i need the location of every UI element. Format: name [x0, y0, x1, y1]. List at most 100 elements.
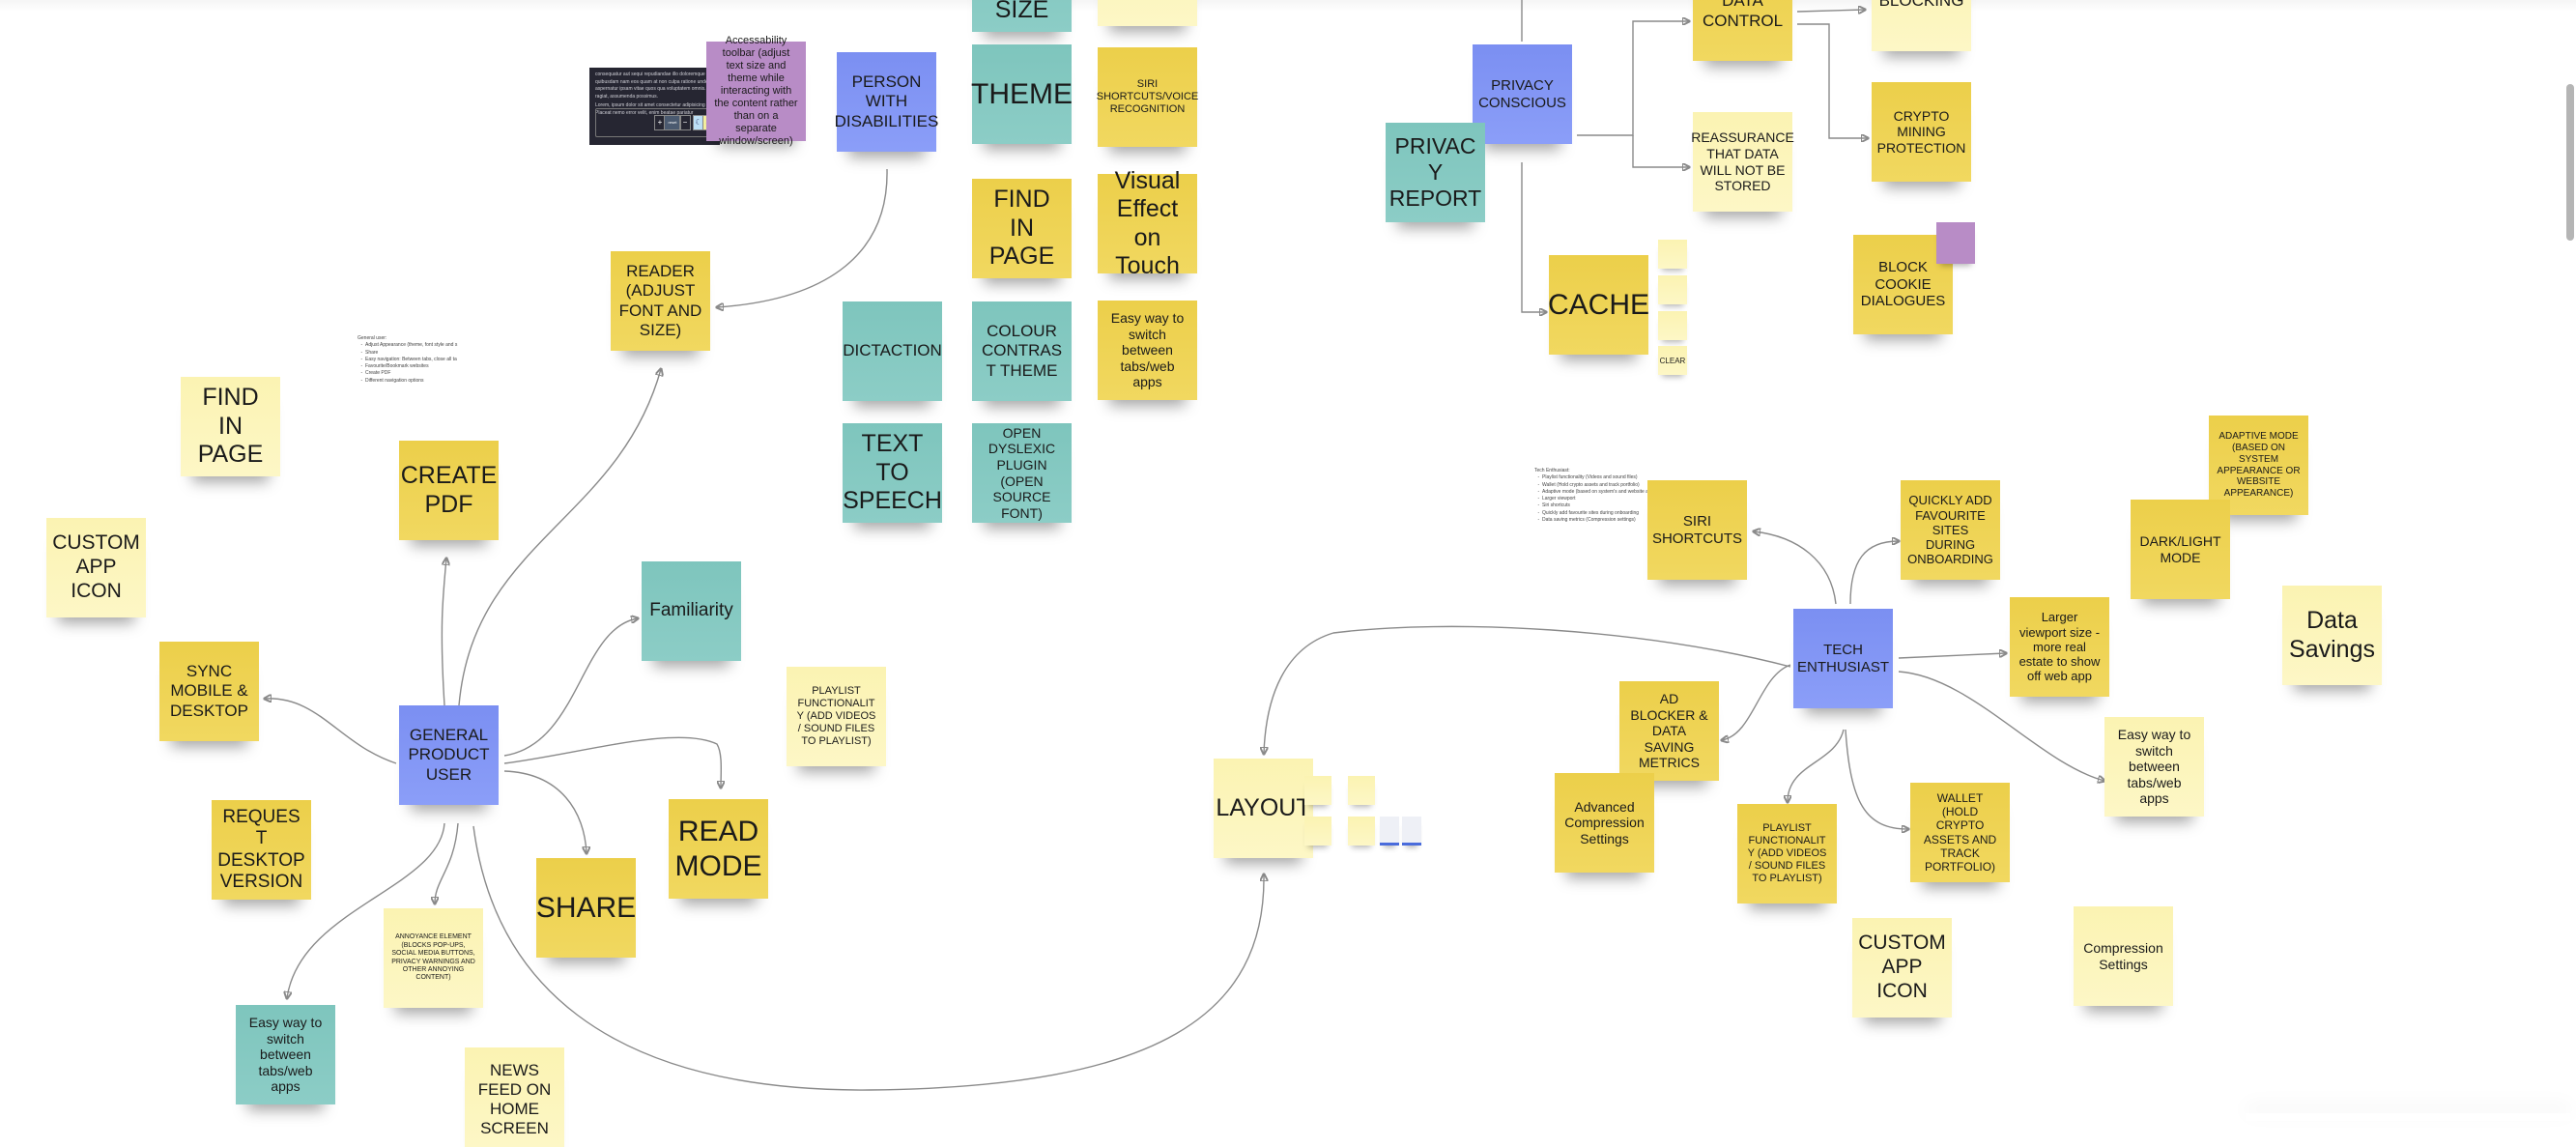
- persona-tech-enthusiast[interactable]: TECH ENTHUSIAST: [1793, 609, 1893, 708]
- sticky-data-control[interactable]: DATA CONTROL: [1693, 0, 1792, 61]
- persona-privacy-conscious[interactable]: PRIVACY CONSCIOUS: [1473, 44, 1572, 144]
- connector-tech-quickadd: [1849, 541, 1899, 605]
- sticky-find-in-page-accessibility[interactable]: FIND IN PAGE: [972, 179, 1072, 278]
- whiteboard-canvas[interactable]: consequatur aut sequi repudiandae illo d…: [0, 0, 2576, 1147]
- sticky-playlist-general[interactable]: PLAYLIST FUNCTIONALITY (ADD VIDEOS / SOU…: [787, 667, 886, 766]
- sticky-read-mode[interactable]: READ MODE: [669, 799, 768, 899]
- sticky-dark-light-mode[interactable]: DARK/LIGHT MODE: [2131, 500, 2230, 599]
- mini-screenshot-layout-2: [1402, 817, 1421, 846]
- sticky-request-desktop-version[interactable]: REQUEST DESKTOP VERSION: [212, 800, 311, 900]
- sticky-news-feed[interactable]: NEWS FEED ON HOME SCREEN: [465, 1047, 564, 1147]
- sticky-accessibility-toolbar[interactable]: Accessability toolbar (adjust text size …: [706, 35, 806, 147]
- sticky-open-dyslexic-plugin[interactable]: OPEN DYSLEXIC PLUGIN (OPEN SOURCE FONT): [972, 423, 1072, 523]
- note-item: Share: [365, 350, 457, 357]
- connector-general-share: [503, 770, 587, 853]
- accessibility-toolbar-screenshot: consequatur aut sequi repudiandae illo d…: [589, 68, 720, 145]
- connector-general-familiarity: [503, 618, 638, 757]
- persona-person-with-disabilities[interactable]: PERSON WITH DISABILITIES: [835, 52, 938, 152]
- sticky-easy-switch-accessibility[interactable]: Easy way to switch between tabs/web apps: [1098, 301, 1197, 400]
- note-item: Playlist functionality (Videos and sound…: [1542, 474, 1663, 481]
- sticky-playlist-tech[interactable]: PLAYLIST FUNCTIONALITY (ADD VIDEOS / SOU…: [1737, 804, 1837, 903]
- vertical-scrollbar[interactable]: [2566, 84, 2574, 241]
- sticky-privacy-report[interactable]: PRIVACY REPORT: [1386, 123, 1485, 222]
- note-item: Adjust Appearance (theme, font style and…: [365, 342, 457, 349]
- sticky-annoyance-element[interactable]: ANNOYANCE ELEMENT (BLOCKS POP-UPS, SOCIA…: [384, 908, 483, 1008]
- note-item: Create PDF: [365, 370, 457, 377]
- note-item: Adaptive mode (based on system's and web…: [1542, 489, 1663, 496]
- toolbar-frame: + reset − ☾ ☼: [595, 108, 714, 137]
- mini-sticky-cache-2[interactable]: [1658, 275, 1687, 304]
- sticky-find-in-page-general[interactable]: FIND IN PAGE: [181, 377, 280, 476]
- mini-sticky-layout-1[interactable]: [1304, 776, 1331, 805]
- sticky-larger-viewport[interactable]: Larger viewport size - more real estate …: [2010, 597, 2109, 697]
- persona-general-product-user[interactable]: GENERAL PRODUCT USER: [399, 705, 499, 805]
- screenshot-text-1: consequatur aut sequi repudiandae illo d…: [595, 72, 708, 100]
- mini-sticky-layout-3[interactable]: [1304, 817, 1331, 846]
- sticky-theme[interactable]: THEME: [971, 44, 1073, 144]
- sticky-reader[interactable]: READER (ADJUST FONT AND SIZE): [611, 251, 710, 351]
- mini-sticky-layout-2[interactable]: [1348, 776, 1375, 805]
- sticky-colour-contrast-theme[interactable]: COLOUR CONTRAST THEME: [972, 301, 1072, 401]
- connector-tech-viewport: [1898, 653, 2006, 659]
- connector-tech-siri: [1754, 531, 1837, 605]
- sticky-siri-shortcuts[interactable]: SIRI SHORTCUTS: [1647, 480, 1747, 580]
- sticky-top-cutoff[interactable]: [1098, 0, 1197, 26]
- mini-sticky-cache-clear[interactable]: CLEAR: [1658, 346, 1687, 375]
- sticky-siri-voice-recognition[interactable]: SIRI SHORTCUTS/VOICE RECOGNITION: [1097, 47, 1198, 147]
- note-item: Easy navigation: Between tabs, close all…: [365, 357, 457, 363]
- sticky-compression-settings[interactable]: Compression Settings: [2074, 906, 2173, 1006]
- connector-general-createpdf: [441, 559, 446, 706]
- sticky-size[interactable]: SIZE: [972, 0, 1072, 32]
- note-item: Larger viewport: [1542, 496, 1663, 502]
- connector-datacontrol-crypto: [1797, 23, 1868, 138]
- sticky-cache[interactable]: CACHE: [1548, 255, 1649, 355]
- bottom-right-panel: [2246, 1113, 2570, 1121]
- sticky-crypto-mining-protection[interactable]: CRYPTO MINING PROTECTION: [1872, 82, 1971, 182]
- mini-sticky-cache-3[interactable]: [1658, 311, 1687, 340]
- sticky-reassurance[interactable]: REASSURANCE THAT DATA WILL NOT BE STORED: [1691, 112, 1794, 212]
- sticky-blocking[interactable]: BLOCKING: [1872, 0, 1971, 51]
- mini-sticky-layout-4[interactable]: [1348, 817, 1375, 846]
- connector-tech-playlist: [1788, 729, 1845, 802]
- connector-general-sync: [265, 699, 397, 764]
- sticky-familiarity[interactable]: Familiarity: [642, 561, 741, 661]
- mini-sticky-cache-1[interactable]: [1658, 240, 1687, 269]
- sticky-sync-mobile-desktop[interactable]: SYNC MOBILE & DESKTOP: [159, 642, 259, 741]
- tech-enthusiast-notes-title: Tech Enthusiast:: [1534, 468, 1570, 473]
- note-item: Wallet (Hold crypto assets and track por…: [1542, 482, 1663, 489]
- sticky-custom-app-icon-general[interactable]: CUSTOM APP ICON: [46, 518, 146, 617]
- note-item: Favourite/Bookmark websites: [365, 363, 457, 370]
- sticky-share[interactable]: SHARE: [536, 858, 636, 958]
- connector-privacy-reassurance: [1632, 135, 1689, 167]
- top-shadow: [0, 0, 2576, 12]
- connector-general-annoyance: [435, 822, 459, 903]
- connector-privacy-datacontrol: [1577, 21, 1689, 136]
- decrease-text-button: −: [679, 115, 691, 130]
- sticky-visual-effect-on-touch[interactable]: Visual Effect on Touch: [1098, 167, 1197, 279]
- sticky-text-to-speech[interactable]: TEXT TO SPEECH: [843, 423, 942, 523]
- connector-general-readmode: [503, 736, 721, 788]
- sticky-advanced-compression[interactable]: Advanced Compression Settings: [1555, 773, 1654, 873]
- sticky-quickly-add-favourite-sites[interactable]: QUICKLY ADD FAVOURITE SITES DURING ONBOA…: [1901, 480, 2000, 580]
- connector-tech-wallet: [1845, 729, 1908, 829]
- sticky-ad-blocker-data-saving[interactable]: AD BLOCKER & DATA SAVING METRICS: [1619, 681, 1719, 781]
- sticky-data-savings[interactable]: Data Savings: [2282, 586, 2382, 685]
- tech-enthusiast-notes: Tech Enthusiast: Playlist functionality …: [1534, 468, 1663, 524]
- connector-disabilities-reader: [717, 168, 888, 307]
- sticky-create-pdf[interactable]: CREATE PDF: [399, 441, 499, 540]
- sticky-easy-switch-general[interactable]: Easy way to switch between tabs/web apps: [236, 1005, 335, 1104]
- general-user-notes: General user: Adjust Appearance (theme, …: [358, 335, 457, 385]
- sticky-custom-app-icon-tech[interactable]: CUSTOM APP ICON: [1852, 918, 1952, 1018]
- connector-tech-adblocker: [1722, 664, 1791, 740]
- sticky-layout[interactable]: LAYOUT: [1214, 759, 1313, 858]
- note-item: Quickly add favourite sites during onboa…: [1542, 510, 1663, 517]
- mini-screenshot-layout-1: [1380, 817, 1399, 846]
- note-item: Different navigation options: [365, 378, 457, 385]
- connector-privacy-cache: [1521, 162, 1546, 312]
- sticky-easy-switch-tech[interactable]: Easy way to switch between tabs/web apps: [2104, 717, 2204, 817]
- mini-sticky-cookie-note[interactable]: [1936, 222, 1975, 264]
- sticky-wallet[interactable]: WALLET (HOLD CRYPTO ASSETS AND TRACK POR…: [1910, 783, 2010, 882]
- note-item: Data saving metrics (Compression setting…: [1542, 517, 1663, 524]
- general-user-notes-title: General user:: [358, 335, 387, 341]
- sticky-dictaction[interactable]: DICTACTION: [843, 301, 942, 401]
